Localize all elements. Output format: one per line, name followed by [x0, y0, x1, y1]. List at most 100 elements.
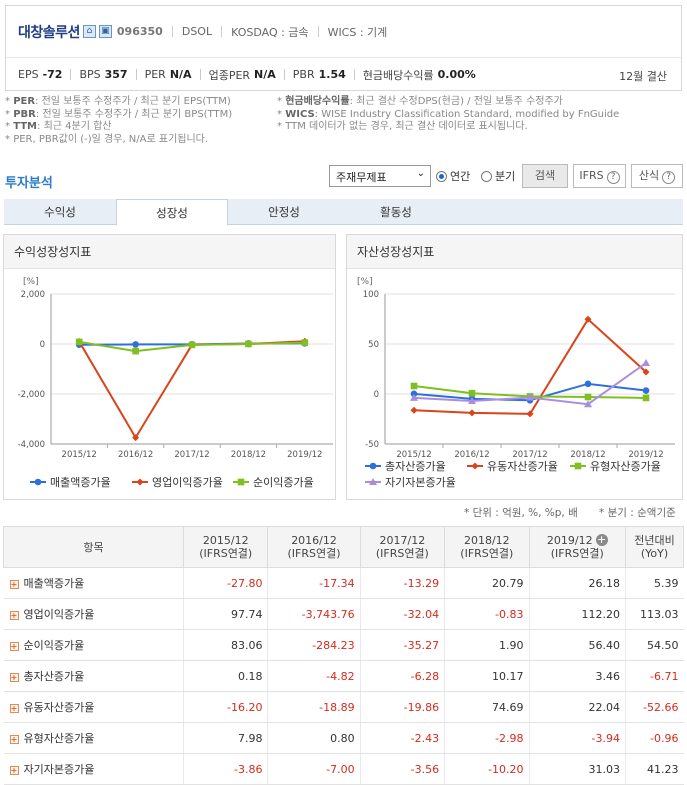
growth-table: 항목 2015/12 (IFRS연결) 2016/12 (IFRS연결) 2017/… [3, 526, 684, 785]
radio-quarter-label: 분기 [495, 170, 516, 183]
legend-label: 순이익증가율 [253, 476, 314, 489]
y-tick-label: -2,000 [18, 390, 45, 400]
note-line: * PER: 전일 보통주 수정주가 / 최근 분기 EPS(TTM) [5, 96, 231, 107]
col-header-yoy: 전년대비 (YoY) [625, 526, 684, 568]
data-point [468, 409, 476, 417]
x-tick-label: 2019/12 [628, 450, 663, 460]
tab-stability[interactable]: 안정성 [228, 199, 340, 224]
table-cell: -35.27 [359, 629, 445, 661]
metric-dividend-key: 현금배당수익률 [362, 68, 434, 82]
formula-label: 산식 [638, 169, 660, 182]
row-label[interactable]: + 매출액증가율 [3, 567, 184, 599]
table-cell: -0.83 [444, 598, 530, 630]
y-tick-label: 2,000 [21, 290, 45, 300]
col-header: 2016/12 (IFRS연결) [267, 526, 361, 568]
table-row: + 유동자산증가율 -16.20 -18.89 -19.86 74.69 22.04 -52.… [3, 691, 684, 723]
note-line: * PBR: 전일 보통주 수정주가 / 최근 분기 BPS(TTM) [5, 108, 233, 120]
y-tick-label: -4,000 [18, 440, 45, 450]
expand-plus-icon[interactable]: + [9, 672, 19, 682]
col-header: 2019/12 + (IFRS연결) [528, 526, 627, 568]
table-row: + 자기자본증가율 -3.86 -7.00 -3.56 -10.20 31.03 41.23 [3, 753, 684, 785]
y-tick-label: 0 [374, 390, 379, 400]
legend-label: 유동자산증가율 [487, 460, 558, 473]
tab-profitability[interactable]: 수익성 [4, 199, 116, 224]
table-cell: -284.23 [267, 629, 361, 661]
tab-growth[interactable]: 성장성 [116, 199, 228, 226]
row-label[interactable]: + 총자산증가율 [3, 660, 184, 692]
row-label[interactable]: + 자기자본증가율 [3, 753, 184, 785]
expand-plus-icon[interactable]: + [9, 703, 19, 713]
note-line: * PER, PBR값이 (-)일 경우, N/A로 표기됩니다. [5, 133, 209, 145]
statement-select[interactable]: 주재무제표 ⌄ [329, 165, 431, 187]
metric-eps-value: -72 [42, 68, 63, 81]
legend-marker [471, 462, 479, 470]
data-point [410, 406, 418, 414]
row-label[interactable]: + 유동자산증가율 [3, 691, 184, 723]
metric-eps-key: EPS [18, 68, 39, 81]
chart-panel-asset-growth: 자산성장성지표 [%] 100 50 0 -50 2015/12 2016/12 2017/1… [346, 234, 683, 500]
table-cell: -27.80 [182, 567, 268, 599]
table-cell: 22.04 [528, 691, 626, 723]
divider [135, 69, 137, 80]
table-cell: -13.29 [359, 567, 445, 599]
search-button[interactable]: 검색 [522, 164, 568, 188]
expand-plus-icon[interactable]: + [9, 765, 19, 775]
expand-plus-icon[interactable]: + [595, 534, 608, 546]
table-cell: -19.86 [359, 691, 445, 723]
home-icon[interactable]: ⌂ [82, 25, 96, 38]
table-row: + 유형자산증가율 7.98 0.80 -2.43 -2.98 -3.94 -0.96 [3, 722, 684, 754]
note-line: * 현금배당수익률: 최근 결산 수정DPS(현금) / 전일 보통주 수정주가 [277, 96, 563, 107]
note-line: * WICS: WISE Industry Classification Sta… [277, 108, 620, 120]
metric-per-key: PER [144, 68, 166, 81]
data-point [188, 341, 196, 349]
expand-plus-icon[interactable]: + [9, 734, 19, 744]
table-cell: 56.40 [528, 629, 626, 661]
x-tick-label: 2015/12 [396, 450, 431, 460]
table-cell: 112.20 [528, 598, 626, 630]
row-label[interactable]: + 유형자산증가율 [3, 722, 184, 754]
table-cell: -32.04 [359, 598, 445, 630]
table-cell: -6.71 [625, 660, 684, 692]
table-cell: -3,743.76 [267, 598, 361, 630]
table-cell: 41.23 [625, 753, 684, 785]
row-label[interactable]: + 영업이익증가율 [3, 598, 184, 630]
table-cell: 5.39 [625, 567, 684, 599]
item-header: 항목 [3, 526, 184, 568]
x-tick-label: 2015/12 [62, 450, 97, 460]
company-header: 대창솔루션 ⌂ ▣ 096350 DSOL KOSDAQ : 금속 WICS :… [5, 5, 682, 91]
radio-annual[interactable]: 연간 [436, 168, 470, 184]
expand-plus-icon[interactable]: + [9, 641, 19, 651]
table-cell: 54.50 [625, 629, 684, 661]
table-cell: -10.20 [444, 753, 530, 785]
table-header-row: 항목 2015/12 (IFRS연결) 2016/12 (IFRS연결) 2017/… [3, 526, 684, 568]
table-cell: -17.34 [267, 567, 361, 599]
row-label[interactable]: + 순이익증가율 [3, 629, 184, 661]
divider [70, 69, 72, 80]
ifrs-help-button[interactable]: IFRS? [573, 164, 626, 188]
metric-bps-key: BPS [79, 68, 101, 81]
expand-plus-icon[interactable]: + [9, 579, 19, 589]
chart-panel-title: 수익성장성지표 [4, 235, 335, 269]
radio-quarter[interactable]: 분기 [481, 168, 515, 184]
metric-per-value: N/A [169, 68, 192, 81]
divider [171, 26, 173, 37]
radio-unchecked-icon [481, 170, 492, 182]
table-cell: 0.80 [267, 722, 361, 754]
expand-plus-icon[interactable]: + [9, 610, 19, 620]
building-icon[interactable]: ▣ [98, 25, 112, 38]
wics-info: WICS : 기계 [327, 25, 388, 39]
formula-help-button[interactable]: 산식? [631, 164, 683, 188]
earnings-growth-chart: [%] 2,000 0 -2,000 -4,000 2015/12 2016/12 2017/… [18, 277, 333, 489]
metrics-row: EPS -72 BPS 357 PER N/A 업종PER N/A PBR 1.54 현금… [6, 58, 681, 91]
chart-panel-earnings-growth: 수익성장성지표 [%] 2,000 0 -2,000 -4,000 2015/12 2016… [3, 234, 336, 500]
note-line: * TTM 데이터가 없는 경우, 최근 결산 데이터로 표시됩니다. [277, 121, 528, 132]
tab-activity[interactable]: 활동성 [340, 199, 452, 224]
table-cell: -7.00 [267, 753, 361, 785]
x-tick-label: 2016/12 [118, 450, 153, 460]
question-icon: ? [662, 171, 676, 184]
y-tick-label: 100 [363, 290, 379, 300]
table-cell: -2.98 [444, 722, 530, 754]
table-cell: -3.94 [528, 722, 626, 754]
data-point [132, 347, 139, 355]
company-title-row: 대창솔루션 ⌂ ▣ 096350 DSOL KOSDAQ : 금속 WICS :… [6, 6, 681, 58]
